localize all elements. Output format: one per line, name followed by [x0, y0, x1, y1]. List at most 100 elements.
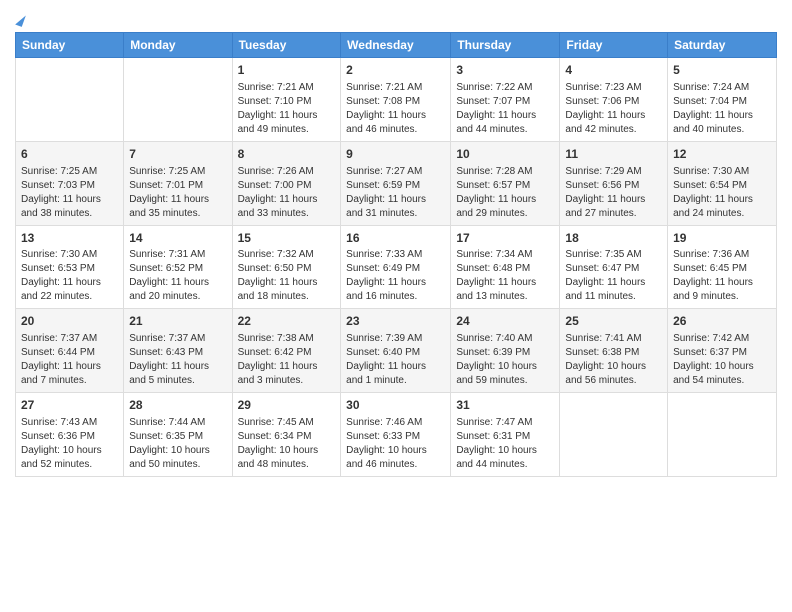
- calendar-cell: 31Sunrise: 7:47 AM Sunset: 6:31 PM Dayli…: [451, 393, 560, 477]
- calendar-cell: 29 Sunrise: 7:45 AM Sunset: 6:34 PM Dayli…: [232, 393, 341, 477]
- calendar-cell: [668, 393, 777, 477]
- calendar-cell: 22 Sunrise: 7:38 AM Sunset: 6:42 PM Dayli…: [232, 309, 341, 393]
- calendar-cell: 18Sunrise: 7:35 AM Sunset: 6:47 PM Dayli…: [560, 225, 668, 309]
- day-info: Sunrise: 7:29 AM Sunset: 6:56 PM Dayligh…: [565, 165, 662, 221]
- day-info: Sunrise: 7:42 AM Sunset: 6:37 PM Dayligh…: [673, 332, 771, 388]
- day-info: Sunrise: 7:35 AM Sunset: 6:47 PM Dayligh…: [565, 248, 662, 304]
- calendar-cell: 27 Sunrise: 7:43 AM Sunset: 6:36 PM Dayli…: [16, 393, 124, 477]
- day-number: 11: [565, 146, 662, 163]
- calendar-cell: 17Sunrise: 7:34 AM Sunset: 6:48 PM Dayli…: [451, 225, 560, 309]
- calendar-cell: 21 Sunrise: 7:37 AM Sunset: 6:43 PM Dayli…: [124, 309, 232, 393]
- day-info: Sunrise: 7:43 AM Sunset: 6:36 PM Dayligh…: [21, 416, 118, 472]
- day-header-thursday: Thursday: [451, 33, 560, 58]
- day-number: 21: [129, 313, 226, 330]
- day-number: 20: [21, 313, 118, 330]
- calendar-cell: 25Sunrise: 7:41 AM Sunset: 6:38 PM Dayli…: [560, 309, 668, 393]
- day-header-wednesday: Wednesday: [341, 33, 451, 58]
- day-info: Sunrise: 7:22 AM Sunset: 7:07 PM Dayligh…: [456, 81, 554, 137]
- calendar-cell: 9 Sunrise: 7:27 AM Sunset: 6:59 PM Daylig…: [341, 141, 451, 225]
- day-number: 29: [238, 397, 336, 414]
- calendar-cell: 6 Sunrise: 7:25 AM Sunset: 7:03 PM Daylig…: [16, 141, 124, 225]
- calendar-cell: 4 Sunrise: 7:23 AM Sunset: 7:06 PM Daylig…: [560, 58, 668, 142]
- calendar-week-5: 27 Sunrise: 7:43 AM Sunset: 6:36 PM Dayli…: [16, 393, 777, 477]
- day-info: Sunrise: 7:44 AM Sunset: 6:35 PM Dayligh…: [129, 416, 226, 472]
- day-info: Sunrise: 7:31 AM Sunset: 6:52 PM Dayligh…: [129, 248, 226, 304]
- calendar-cell: 11 Sunrise: 7:29 AM Sunset: 6:56 PM Dayli…: [560, 141, 668, 225]
- day-info: Sunrise: 7:24 AM Sunset: 7:04 PM Dayligh…: [673, 81, 771, 137]
- day-number: 24: [456, 313, 554, 330]
- day-number: 27: [21, 397, 118, 414]
- day-info: Sunrise: 7:23 AM Sunset: 7:06 PM Dayligh…: [565, 81, 662, 137]
- day-info: Sunrise: 7:25 AM Sunset: 7:01 PM Dayligh…: [129, 165, 226, 221]
- calendar-cell: [124, 58, 232, 142]
- calendar-cell: 5Sunrise: 7:24 AM Sunset: 7:04 PM Daylig…: [668, 58, 777, 142]
- day-number: 13: [21, 230, 118, 247]
- calendar-cell: 1 Sunrise: 7:21 AM Sunset: 7:10 PM Daylig…: [232, 58, 341, 142]
- day-number: 2: [346, 62, 445, 79]
- day-number: 17: [456, 230, 554, 247]
- calendar-cell: 15Sunrise: 7:32 AM Sunset: 6:50 PM Dayli…: [232, 225, 341, 309]
- logo-icon: [15, 13, 26, 27]
- day-header-sunday: Sunday: [16, 33, 124, 58]
- day-number: 4: [565, 62, 662, 79]
- calendar-cell: 30 Sunrise: 7:46 AM Sunset: 6:33 PM Dayli…: [341, 393, 451, 477]
- calendar-week-2: 6 Sunrise: 7:25 AM Sunset: 7:03 PM Daylig…: [16, 141, 777, 225]
- day-number: 23: [346, 313, 445, 330]
- day-number: 15: [238, 230, 336, 247]
- day-number: 30: [346, 397, 445, 414]
- day-number: 3: [456, 62, 554, 79]
- day-info: Sunrise: 7:32 AM Sunset: 6:50 PM Dayligh…: [238, 248, 336, 304]
- day-info: Sunrise: 7:37 AM Sunset: 6:44 PM Dayligh…: [21, 332, 118, 388]
- day-info: Sunrise: 7:33 AM Sunset: 6:49 PM Dayligh…: [346, 248, 445, 304]
- day-info: Sunrise: 7:21 AM Sunset: 7:10 PM Dayligh…: [238, 81, 336, 137]
- calendar-cell: 20 Sunrise: 7:37 AM Sunset: 6:44 PM Dayli…: [16, 309, 124, 393]
- day-number: 1: [238, 62, 336, 79]
- header: [15, 10, 777, 26]
- day-number: 9: [346, 146, 445, 163]
- day-info: Sunrise: 7:30 AM Sunset: 6:53 PM Dayligh…: [21, 248, 118, 304]
- day-number: 22: [238, 313, 336, 330]
- day-number: 7: [129, 146, 226, 163]
- day-info: Sunrise: 7:38 AM Sunset: 6:42 PM Dayligh…: [238, 332, 336, 388]
- logo: [15, 10, 24, 26]
- calendar-cell: [16, 58, 124, 142]
- day-number: 10: [456, 146, 554, 163]
- calendar-week-1: 1 Sunrise: 7:21 AM Sunset: 7:10 PM Daylig…: [16, 58, 777, 142]
- calendar-cell: 19Sunrise: 7:36 AM Sunset: 6:45 PM Dayli…: [668, 225, 777, 309]
- day-info: Sunrise: 7:36 AM Sunset: 6:45 PM Dayligh…: [673, 248, 771, 304]
- day-number: 26: [673, 313, 771, 330]
- calendar-header-row: SundayMondayTuesdayWednesdayThursdayFrid…: [16, 33, 777, 58]
- day-number: 19: [673, 230, 771, 247]
- day-number: 14: [129, 230, 226, 247]
- calendar-cell: 23 Sunrise: 7:39 AM Sunset: 6:40 PM Dayli…: [341, 309, 451, 393]
- day-number: 6: [21, 146, 118, 163]
- calendar-week-4: 20 Sunrise: 7:37 AM Sunset: 6:44 PM Dayli…: [16, 309, 777, 393]
- day-info: Sunrise: 7:26 AM Sunset: 7:00 PM Dayligh…: [238, 165, 336, 221]
- day-number: 8: [238, 146, 336, 163]
- calendar-cell: 3 Sunrise: 7:22 AM Sunset: 7:07 PM Daylig…: [451, 58, 560, 142]
- day-info: Sunrise: 7:40 AM Sunset: 6:39 PM Dayligh…: [456, 332, 554, 388]
- calendar-cell: 24 Sunrise: 7:40 AM Sunset: 6:39 PM Dayli…: [451, 309, 560, 393]
- day-number: 25: [565, 313, 662, 330]
- day-info: Sunrise: 7:45 AM Sunset: 6:34 PM Dayligh…: [238, 416, 336, 472]
- day-header-saturday: Saturday: [668, 33, 777, 58]
- day-header-tuesday: Tuesday: [232, 33, 341, 58]
- calendar-cell: 2Sunrise: 7:21 AM Sunset: 7:08 PM Daylig…: [341, 58, 451, 142]
- day-info: Sunrise: 7:25 AM Sunset: 7:03 PM Dayligh…: [21, 165, 118, 221]
- day-info: Sunrise: 7:39 AM Sunset: 6:40 PM Dayligh…: [346, 332, 445, 388]
- day-info: Sunrise: 7:30 AM Sunset: 6:54 PM Dayligh…: [673, 165, 771, 221]
- calendar-cell: 16Sunrise: 7:33 AM Sunset: 6:49 PM Dayli…: [341, 225, 451, 309]
- day-info: Sunrise: 7:46 AM Sunset: 6:33 PM Dayligh…: [346, 416, 445, 472]
- day-info: Sunrise: 7:37 AM Sunset: 6:43 PM Dayligh…: [129, 332, 226, 388]
- calendar-week-3: 13Sunrise: 7:30 AM Sunset: 6:53 PM Dayli…: [16, 225, 777, 309]
- day-info: Sunrise: 7:27 AM Sunset: 6:59 PM Dayligh…: [346, 165, 445, 221]
- calendar-cell: 12Sunrise: 7:30 AM Sunset: 6:54 PM Dayli…: [668, 141, 777, 225]
- day-number: 28: [129, 397, 226, 414]
- calendar-cell: 14Sunrise: 7:31 AM Sunset: 6:52 PM Dayli…: [124, 225, 232, 309]
- day-number: 16: [346, 230, 445, 247]
- calendar-cell: 7 Sunrise: 7:25 AM Sunset: 7:01 PM Daylig…: [124, 141, 232, 225]
- day-info: Sunrise: 7:47 AM Sunset: 6:31 PM Dayligh…: [456, 416, 554, 472]
- calendar-cell: 10 Sunrise: 7:28 AM Sunset: 6:57 PM Dayli…: [451, 141, 560, 225]
- calendar-cell: [560, 393, 668, 477]
- day-info: Sunrise: 7:28 AM Sunset: 6:57 PM Dayligh…: [456, 165, 554, 221]
